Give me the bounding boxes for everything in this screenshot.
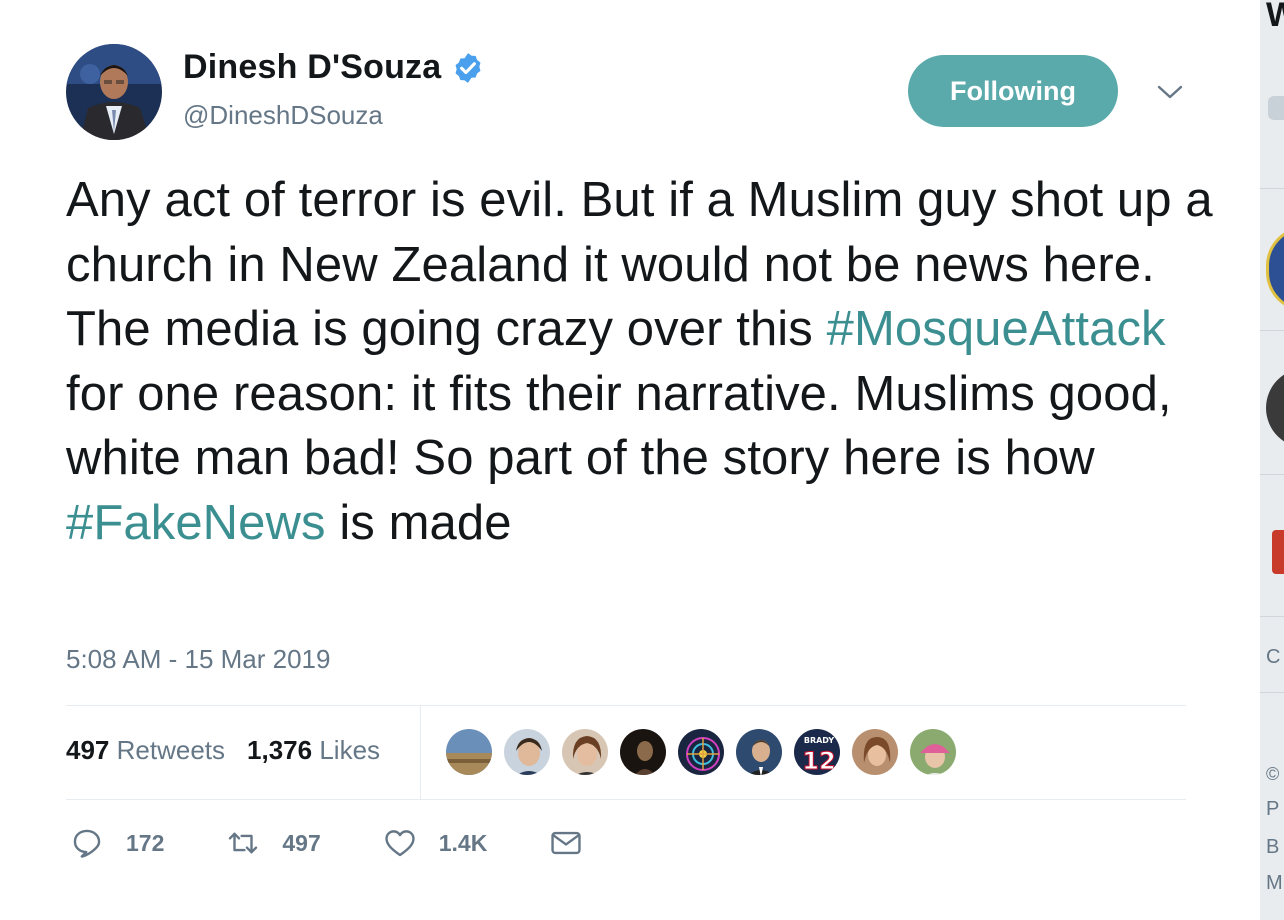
divider (1260, 330, 1284, 331)
sidebar-fragment-link[interactable]: M (1266, 872, 1283, 895)
divider (1260, 474, 1284, 475)
liker-avatar[interactable] (444, 727, 494, 777)
sidebar-fragment-text: © (1266, 764, 1280, 784)
sidebar-fragment-link[interactable]: B (1266, 836, 1279, 859)
sidebar-fragment-avatar[interactable] (1266, 368, 1284, 448)
tweet-actions: 172 497 1.4K (70, 826, 645, 860)
retweet-count: 497 (282, 829, 321, 856)
sidebar-fragment-heading: W (1266, 0, 1284, 34)
reply-count: 172 (126, 829, 165, 856)
jersey-name: BRADY (804, 736, 835, 745)
following-button[interactable]: Following (908, 55, 1118, 127)
tweet-text-segment: for one reason: it fits their narrative.… (66, 366, 1172, 486)
hashtag-link[interactable]: #FakeNews (66, 496, 326, 550)
tweet-card: Dinesh D'Souza @DineshDSouza Following A… (0, 0, 1260, 920)
reply-action[interactable]: 172 (70, 826, 164, 860)
display-name[interactable]: Dinesh D'Souza (183, 48, 441, 87)
liker-avatar[interactable] (850, 727, 900, 777)
likes-stat[interactable]: 1,376 Likes (247, 735, 380, 766)
sidebar-fragment-link[interactable]: C (1266, 646, 1280, 669)
chevron-down-icon[interactable] (1156, 82, 1184, 102)
envelope-icon (551, 831, 582, 855)
sidebar-fragment: W C © P B M (1260, 0, 1284, 920)
direct-message-action[interactable] (549, 826, 583, 860)
divider (1260, 188, 1284, 189)
retweets-stat[interactable]: 497 Retweets (66, 735, 225, 766)
tweet-stats: 497 Retweets 1,376 Likes (66, 735, 402, 766)
retweet-icon (229, 832, 258, 854)
jersey-number: 12 (802, 747, 835, 775)
stats-divider (420, 705, 421, 799)
reply-icon (73, 829, 101, 858)
liker-avatar[interactable] (618, 727, 668, 777)
liker-avatar[interactable] (560, 727, 610, 777)
retweets-stat-count: 497 (66, 735, 110, 765)
retweet-action[interactable]: 497 (226, 826, 321, 860)
liker-avatar[interactable] (734, 727, 784, 777)
sidebar-fragment-image (1268, 96, 1284, 120)
sidebar-fragment-link[interactable]: P (1266, 798, 1279, 821)
divider (1260, 692, 1284, 693)
tweet-text: Any act of terror is evil. But if a Musl… (66, 168, 1216, 555)
hashtag-link[interactable]: #MosqueAttack (827, 302, 1166, 356)
like-action[interactable]: 1.4K (383, 826, 488, 860)
sidebar-fragment-avatar[interactable] (1266, 226, 1284, 312)
heart-icon (385, 830, 415, 857)
likes-stat-label: Likes (319, 735, 381, 765)
verified-badge-icon (455, 52, 481, 83)
tweet-text-segment: is made (325, 495, 512, 550)
liker-avatar[interactable] (502, 727, 552, 777)
user-avatar[interactable] (66, 44, 162, 140)
divider (66, 799, 1186, 800)
like-count: 1.4K (438, 829, 488, 856)
likers-avatars: BRADY 12 (444, 727, 966, 777)
likes-stat-count: 1,376 (247, 735, 313, 765)
liker-avatar[interactable]: BRADY 12 (792, 727, 842, 777)
user-handle[interactable]: @DineshDSouza (183, 100, 383, 131)
liker-avatar[interactable] (908, 727, 958, 777)
retweets-stat-label: Retweets (116, 735, 226, 765)
liker-avatar[interactable] (676, 727, 726, 777)
divider (66, 705, 1186, 706)
tweet-timestamp[interactable]: 5:08 AM - 15 Mar 2019 (66, 644, 330, 675)
divider (1260, 616, 1284, 617)
sidebar-fragment-image (1272, 530, 1284, 574)
